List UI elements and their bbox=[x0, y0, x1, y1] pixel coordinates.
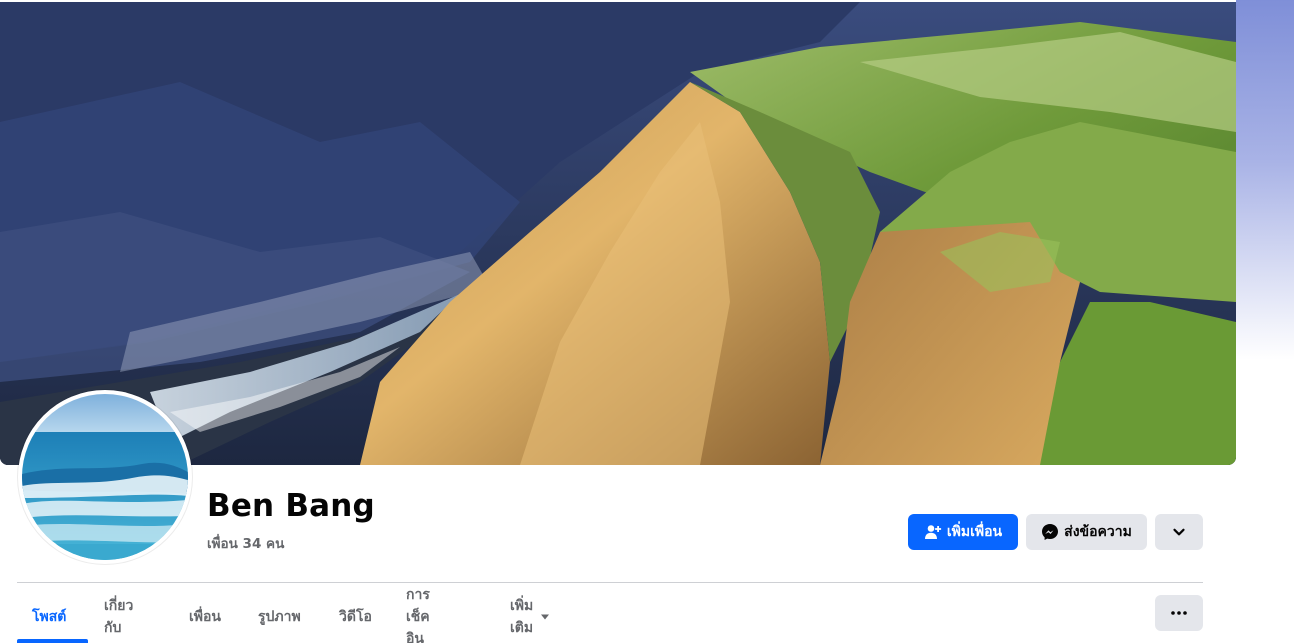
friend-count[interactable]: เพื่อน 34 คน bbox=[207, 532, 284, 554]
message-label: ส่งข้อความ bbox=[1064, 524, 1132, 540]
tab-friends[interactable]: เพื่อน bbox=[189, 593, 221, 640]
avatar[interactable] bbox=[18, 390, 192, 564]
tab-more[interactable]: เพิ่มเติม bbox=[510, 593, 550, 640]
profile-page: Ben Bang เพื่อน 34 คน เพิ่มเพื่อน ส่งข้อ… bbox=[0, 0, 1294, 643]
cover-photo[interactable] bbox=[0, 2, 1236, 465]
background-gradient bbox=[1236, 0, 1294, 360]
messenger-icon bbox=[1041, 523, 1059, 541]
tab-label: เกี่ยวกับ bbox=[104, 597, 134, 636]
chevron-down-icon bbox=[1172, 525, 1186, 539]
tab-label: เพื่อน bbox=[189, 608, 221, 625]
more-horizontal-icon bbox=[1171, 611, 1187, 615]
tab-label: การเช็คอิน bbox=[406, 586, 430, 643]
tab-label: รูปภาพ bbox=[258, 608, 301, 625]
tab-check-ins[interactable]: การเช็คอิน bbox=[406, 587, 430, 643]
tab-label: โพสต์ bbox=[32, 608, 67, 625]
more-options-button[interactable] bbox=[1155, 595, 1203, 631]
active-tab-indicator bbox=[17, 639, 88, 643]
add-friend-label: เพิ่มเพื่อน bbox=[946, 524, 1003, 540]
add-friend-button[interactable]: เพิ่มเพื่อน bbox=[908, 514, 1018, 550]
message-button[interactable]: ส่งข้อความ bbox=[1026, 514, 1147, 550]
avatar-image bbox=[22, 394, 188, 560]
profile-dropdown-button[interactable] bbox=[1155, 514, 1203, 550]
tab-posts[interactable]: โพสต์ bbox=[32, 593, 66, 640]
caret-down-icon bbox=[540, 613, 550, 621]
divider bbox=[17, 582, 1203, 583]
cover-photo-image bbox=[0, 2, 1236, 465]
tab-photos[interactable]: รูปภาพ bbox=[258, 593, 301, 640]
tab-label: เพิ่มเติม bbox=[510, 597, 534, 636]
add-friend-icon bbox=[924, 523, 942, 541]
tab-videos[interactable]: วิดีโอ bbox=[339, 593, 372, 640]
tab-label: วิดีโอ bbox=[339, 608, 372, 625]
tab-about[interactable]: เกี่ยวกับ bbox=[104, 593, 133, 640]
profile-name: Ben Bang bbox=[207, 488, 375, 524]
